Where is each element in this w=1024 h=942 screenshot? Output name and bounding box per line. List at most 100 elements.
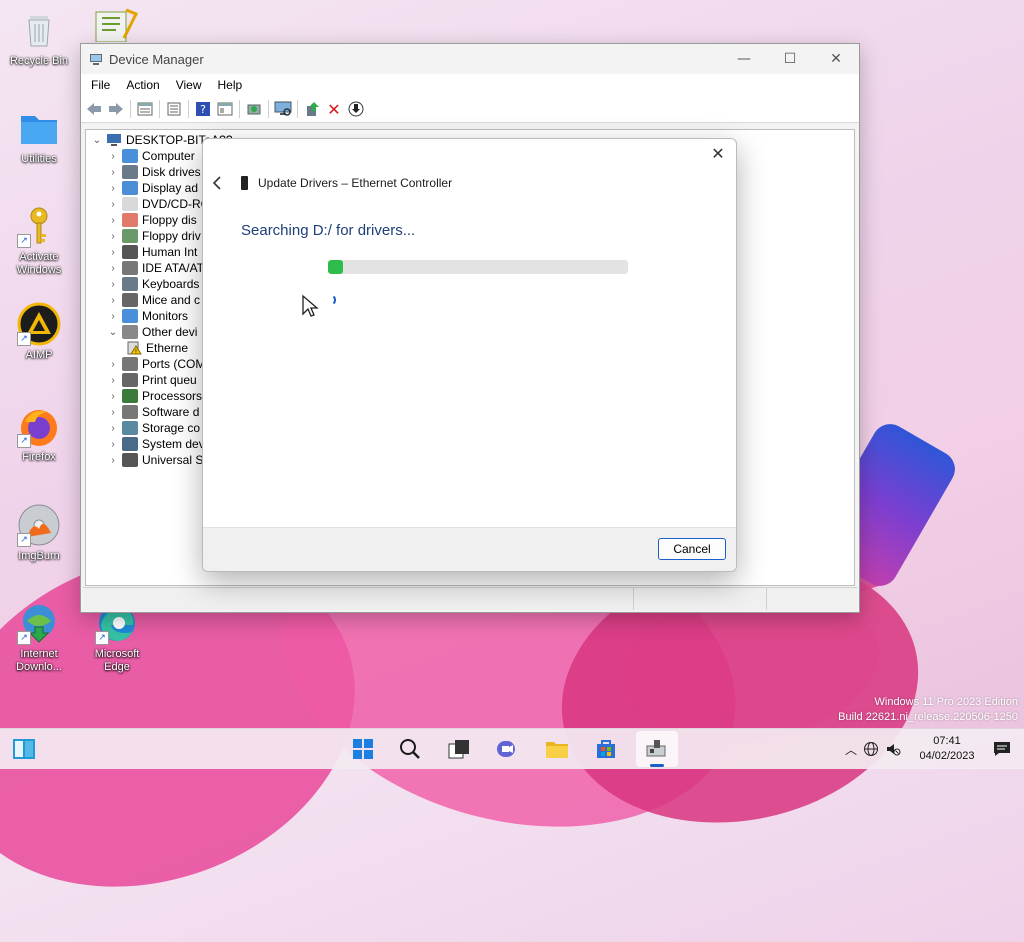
- desktop-icon-firefox[interactable]: ↗ Firefox: [6, 404, 72, 464]
- chevron-right-icon[interactable]: ›: [106, 311, 120, 322]
- chevron-right-icon[interactable]: ›: [106, 295, 120, 306]
- chevron-right-icon[interactable]: ›: [106, 263, 120, 274]
- desktop-icon-label: Microsoft Edge: [94, 648, 140, 673]
- network-button[interactable]: [860, 741, 882, 757]
- dialog-close-button[interactable]: ✕: [708, 144, 728, 164]
- menu-action[interactable]: Action: [118, 78, 167, 92]
- desktop-icon-recycle-bin[interactable]: Recycle Bin: [6, 8, 72, 68]
- menu-file[interactable]: File: [83, 78, 118, 92]
- scan-hardware-icon[interactable]: [273, 99, 293, 119]
- device-category-icon: [122, 165, 138, 179]
- properties-view-icon[interactable]: [135, 99, 155, 119]
- speaker-muted-icon: [887, 744, 901, 756]
- imgburn-icon: ↗: [17, 503, 61, 547]
- tree-item-label: Print queu: [142, 373, 197, 387]
- notifications-button[interactable]: [988, 735, 1016, 763]
- toolbar-separator: [239, 100, 240, 118]
- chevron-right-icon[interactable]: ›: [106, 167, 120, 178]
- device-category-icon: [122, 437, 138, 451]
- search-button[interactable]: [396, 735, 424, 763]
- show-hidden-icons-button[interactable]: ︿: [842, 741, 860, 758]
- chevron-right-icon[interactable]: ›: [106, 231, 120, 242]
- chevron-right-icon[interactable]: ›: [106, 455, 120, 466]
- device-manager-taskbar-button[interactable]: [636, 731, 678, 767]
- teams-chat-button[interactable]: [493, 735, 521, 763]
- properties-icon[interactable]: [164, 99, 184, 119]
- desktop-icon-aimp[interactable]: ↗ AIMP: [6, 302, 72, 362]
- chevron-down-icon[interactable]: ⌄: [106, 327, 120, 338]
- tree-item-label: Software d: [142, 405, 200, 419]
- desktop-icon-notepad[interactable]: [94, 8, 139, 43]
- download-icon[interactable]: [346, 99, 366, 119]
- desktop-icon-internet-download-manager[interactable]: ↗ Internet Downlo...: [6, 601, 72, 674]
- desktop-icon-activate-windows[interactable]: ↗ Activate Windows: [6, 204, 72, 277]
- tree-item-label: IDE ATA/AT: [142, 261, 205, 275]
- windows-edition-watermark: Windows 11 Pro 2023 Edition Build 22621.…: [838, 695, 1018, 725]
- search-icon: [400, 739, 420, 759]
- show-hidden-icon[interactable]: [215, 99, 235, 119]
- volume-button[interactable]: [882, 741, 904, 757]
- title-bar[interactable]: Device Manager — ☐ ✕: [81, 44, 859, 74]
- update-driver-icon[interactable]: [244, 99, 264, 119]
- task-view-button[interactable]: [445, 735, 473, 763]
- desktop-icon-label: Firefox: [22, 451, 56, 463]
- chevron-right-icon[interactable]: ›: [106, 247, 120, 258]
- chevron-right-icon[interactable]: ›: [106, 359, 120, 370]
- chevron-left-icon: [212, 176, 221, 190]
- chevron-right-icon[interactable]: ›: [106, 439, 120, 450]
- chevron-right-icon[interactable]: ›: [106, 391, 120, 402]
- cancel-button[interactable]: Cancel: [658, 538, 726, 560]
- taskbar: ︿ 07:41 04/02/2023: [0, 728, 1024, 769]
- forward-icon[interactable]: [106, 99, 126, 119]
- system-tray: ︿: [842, 729, 904, 769]
- tree-item-label: Processors: [142, 389, 203, 403]
- device-category-icon: [122, 149, 138, 163]
- menu-help[interactable]: Help: [210, 78, 251, 92]
- chevron-right-icon[interactable]: ›: [106, 407, 120, 418]
- tree-item-label: Display ad: [142, 181, 199, 195]
- tree-item-label: Floppy dis: [142, 213, 197, 227]
- chevron-right-icon[interactable]: ›: [106, 215, 120, 226]
- chevron-right-icon[interactable]: ›: [106, 183, 120, 194]
- store-icon: [597, 740, 615, 758]
- device-category-icon: [122, 453, 138, 467]
- file-explorer-button[interactable]: [543, 735, 571, 763]
- chevron-right-icon[interactable]: ›: [106, 423, 120, 434]
- close-button[interactable]: ✕: [813, 44, 859, 74]
- tree-item-label: Mice and c: [142, 293, 201, 307]
- minimize-button[interactable]: —: [721, 44, 767, 74]
- desktop-icon-label: Activate Windows: [16, 251, 62, 276]
- device-category-icon: [122, 373, 138, 387]
- menu-view[interactable]: View: [168, 78, 210, 92]
- device-category-icon: [122, 245, 138, 259]
- chevron-right-icon[interactable]: ›: [106, 199, 120, 210]
- shortcut-arrow-icon: ↗: [17, 234, 31, 248]
- clock-time: 07:41: [933, 735, 961, 747]
- system-clock[interactable]: 07:41 04/02/2023: [912, 734, 982, 764]
- widgets-button[interactable]: [10, 735, 38, 763]
- start-button[interactable]: [349, 735, 377, 763]
- maximize-icon: ☐: [783, 51, 797, 67]
- toolbar-separator: [130, 100, 131, 118]
- desktop-icon-label: ImgBurn: [18, 550, 60, 562]
- device-category-icon: [122, 293, 138, 307]
- back-icon[interactable]: [84, 99, 104, 119]
- status-section: [634, 588, 767, 610]
- uninstall-icon[interactable]: ✕: [324, 99, 344, 119]
- shortcut-arrow-icon: ↗: [17, 533, 31, 547]
- add-driver-icon[interactable]: [302, 99, 322, 119]
- chevron-right-icon[interactable]: ›: [106, 375, 120, 386]
- maximize-button[interactable]: ☐: [767, 44, 813, 74]
- desktop-icon-utilities[interactable]: Utilities: [6, 106, 72, 166]
- chevron-right-icon[interactable]: ›: [106, 151, 120, 162]
- microsoft-store-button[interactable]: [592, 735, 620, 763]
- desktop-icon-imgburn[interactable]: ↗ ImgBurn: [6, 503, 72, 563]
- dialog-header-text: Update Drivers – Ethernet Controller: [258, 176, 453, 190]
- chevron-right-icon[interactable]: ›: [106, 279, 120, 290]
- device-category-icon: [122, 261, 138, 275]
- dialog-back-button[interactable]: [211, 175, 225, 193]
- chevron-down-icon[interactable]: ⌄: [90, 135, 104, 146]
- help-icon[interactable]: ?: [193, 99, 213, 119]
- device-category-icon: [122, 357, 138, 371]
- folder-icon: [546, 742, 568, 758]
